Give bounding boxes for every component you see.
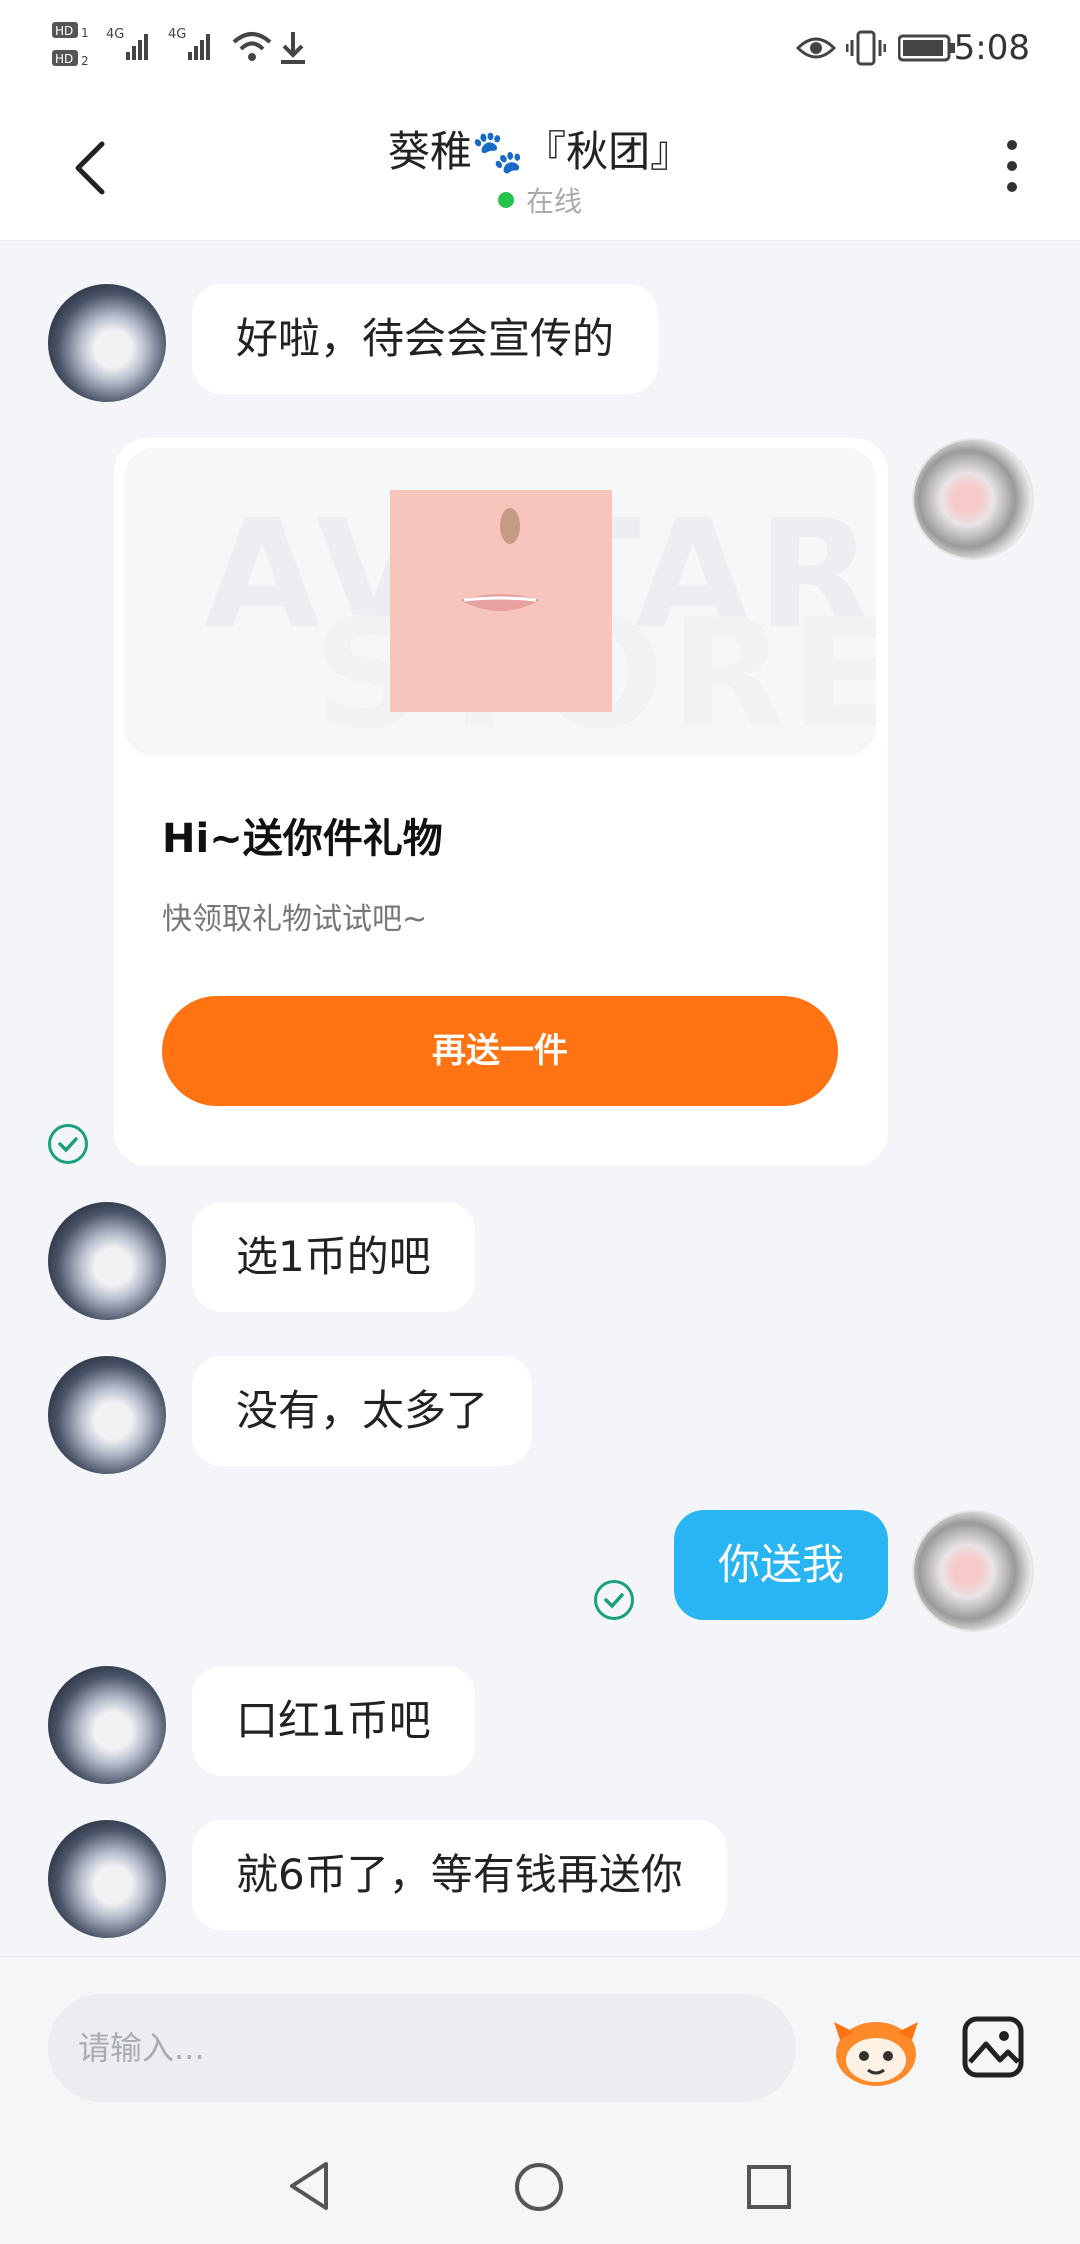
clock: 5:08 xyxy=(953,28,1030,68)
message-bubble[interactable]: 选1币的吧 xyxy=(192,1202,475,1312)
download-icon xyxy=(278,30,308,70)
gift-card-subtitle: 快领取礼物试试吧~ xyxy=(162,902,428,937)
online-status-label: 在线 xyxy=(525,185,582,218)
online-dot xyxy=(497,192,514,208)
eye-icon xyxy=(795,34,837,66)
check-circle-icon xyxy=(48,1124,88,1164)
more-vertical-icon[interactable] xyxy=(1000,140,1024,200)
signal-indicators: HD 1 HD 2 4G 4G xyxy=(50,18,240,84)
gift-image: AVATAR STORE xyxy=(124,448,876,756)
lipstick-face-image xyxy=(390,490,612,712)
svg-text:4G: 4G xyxy=(106,27,124,42)
online-status: 在线 xyxy=(0,180,1080,220)
svg-text:2: 2 xyxy=(81,54,89,68)
svg-text:4G: 4G xyxy=(168,27,186,42)
avatar[interactable] xyxy=(48,284,166,402)
signal-icons: HD 1 HD 2 4G 4G xyxy=(52,22,210,68)
my-avatar[interactable] xyxy=(912,438,1034,560)
image-picker-icon[interactable] xyxy=(962,2016,1024,2078)
wifi-icon xyxy=(232,30,272,68)
mascot-emoji-icon[interactable] xyxy=(830,2010,922,2090)
my-message-bubble[interactable]: 你送我 xyxy=(673,1510,888,1620)
nav-back-icon[interactable] xyxy=(286,2160,332,2216)
send-another-button[interactable]: 再送一件 xyxy=(162,996,838,1106)
gift-card-title: Hi~送你件礼物 xyxy=(162,816,443,862)
svg-text:HD: HD xyxy=(55,24,73,38)
svg-text:HD: HD xyxy=(55,52,73,66)
my-avatar[interactable] xyxy=(912,1510,1034,1632)
nav-home-icon[interactable] xyxy=(514,2162,564,2216)
avatar[interactable] xyxy=(48,1202,166,1320)
vibrate-icon xyxy=(845,30,887,70)
message-bubble[interactable]: 口红1币吧 xyxy=(192,1666,475,1776)
check-circle-icon xyxy=(594,1580,634,1620)
chat-title: 葵稚🐾『秋团』 xyxy=(387,127,693,176)
battery-icon xyxy=(897,34,956,66)
status-bar: HD 1 HD 2 4G 4G 5:08 xyxy=(0,0,1080,100)
avatar[interactable] xyxy=(48,1820,166,1938)
message-bubble[interactable]: 好啦，待会会宣传的 xyxy=(192,284,659,394)
nav-recents-icon[interactable] xyxy=(746,2164,792,2214)
avatar[interactable] xyxy=(48,1356,166,1474)
message-bubble[interactable]: 没有，太多了 xyxy=(192,1356,533,1466)
message-input[interactable]: 请输入... xyxy=(48,1994,796,2102)
message-bubble[interactable]: 就6币了，等有钱再送你 xyxy=(192,1820,727,1930)
svg-text:1: 1 xyxy=(81,26,89,40)
avatar[interactable] xyxy=(48,1666,166,1784)
